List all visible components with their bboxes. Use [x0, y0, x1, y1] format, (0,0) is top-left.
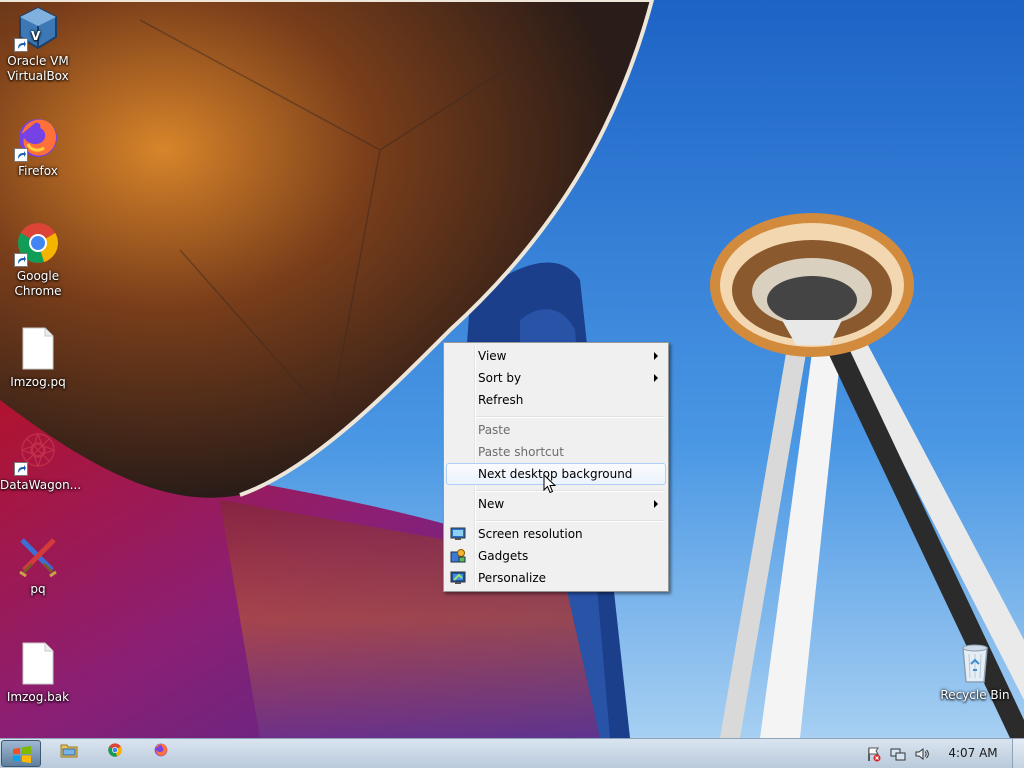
- menu-separator: [476, 490, 664, 492]
- desktop-icon-chrome[interactable]: Google Chrome: [0, 219, 76, 299]
- shortcut-arrow-icon: [14, 148, 28, 162]
- shortcut-arrow-icon: [14, 38, 28, 52]
- desktop-icon-label: pq: [30, 582, 46, 596]
- pq-swords-icon: [14, 532, 62, 580]
- menu-item-label: Sort by: [478, 371, 522, 385]
- personalize-icon: [450, 570, 466, 586]
- menu-item-label: Personalize: [478, 571, 547, 585]
- action-center-flag-icon[interactable]: [866, 746, 882, 762]
- desktop-icon-label: Imzog.pq: [10, 375, 66, 389]
- virtualbox-icon: V: [14, 4, 62, 52]
- desktop-icon-label: Recycle Bin: [940, 688, 1010, 702]
- desktop-icon-label: DataWagon...: [0, 478, 82, 492]
- desktop-icon-label: Oracle VM VirtualBox: [7, 54, 69, 83]
- menu-item-paste-shortcut[interactable]: Paste shortcut: [446, 441, 666, 463]
- folder-icon: [60, 744, 78, 758]
- shortcut-arrow-icon: [14, 462, 28, 476]
- menu-item-label: Paste shortcut: [478, 445, 564, 459]
- menu-item-view[interactable]: View: [446, 345, 666, 367]
- submenu-arrow-icon: [654, 374, 658, 382]
- desktop-icon-firefox[interactable]: Firefox: [0, 114, 76, 179]
- recycle-bin-icon: [951, 638, 999, 686]
- mouse-cursor-icon: [543, 473, 557, 494]
- menu-item-label: Gadgets: [478, 549, 529, 563]
- firefox-icon: [154, 743, 168, 757]
- menu-item-label: Refresh: [478, 393, 524, 407]
- chrome-icon: [108, 743, 122, 757]
- menu-item-gadgets[interactable]: Gadgets: [446, 545, 666, 567]
- desktop-context-menu: View Sort by Refresh Paste Paste shortcu…: [443, 342, 669, 592]
- menu-separator: [476, 520, 664, 522]
- gadgets-icon: [450, 548, 466, 564]
- windows-logo-icon: [13, 746, 31, 763]
- menu-item-new[interactable]: New: [446, 493, 666, 515]
- menu-item-refresh[interactable]: Refresh: [446, 389, 666, 411]
- desktop-icon-virtualbox[interactable]: V Oracle VM VirtualBox: [0, 4, 76, 84]
- desktop-icon-datawagon[interactable]: DataWagon...: [0, 428, 82, 493]
- taskbar-firefox-button[interactable]: [149, 742, 173, 764]
- datawagon-icon: [14, 428, 62, 476]
- menu-item-label: View: [478, 349, 507, 363]
- submenu-arrow-icon: [654, 500, 658, 508]
- taskbar: 4:07 AM: [0, 738, 1024, 768]
- volume-icon[interactable]: [914, 746, 930, 762]
- desktop-icon-imzog-bak[interactable]: Imzog.bak: [0, 640, 76, 705]
- file-icon: [14, 325, 62, 373]
- file-icon: [14, 640, 62, 688]
- firefox-icon: [14, 114, 62, 162]
- chrome-icon: [14, 219, 62, 267]
- taskbar-clock[interactable]: 4:07 AM: [945, 739, 1001, 768]
- shortcut-arrow-icon: [14, 253, 28, 267]
- menu-item-label: Paste: [478, 423, 511, 437]
- svg-text:V: V: [31, 29, 41, 43]
- desktop-icon-pq[interactable]: pq: [0, 532, 76, 597]
- network-icon[interactable]: [890, 746, 906, 762]
- taskbar-chrome-button[interactable]: [103, 742, 127, 764]
- desktop-icon-label: Imzog.bak: [6, 690, 70, 704]
- submenu-arrow-icon: [654, 352, 658, 360]
- menu-item-screen-resolution[interactable]: Screen resolution: [446, 523, 666, 545]
- menu-item-label: New: [478, 497, 505, 511]
- menu-item-paste[interactable]: Paste: [446, 419, 666, 441]
- menu-item-personalize[interactable]: Personalize: [446, 567, 666, 589]
- desktop-icon-imzog-pq[interactable]: Imzog.pq: [0, 325, 76, 390]
- menu-item-sort-by[interactable]: Sort by: [446, 367, 666, 389]
- menu-item-label: Screen resolution: [478, 527, 583, 541]
- show-desktop-button[interactable]: [1012, 739, 1024, 768]
- taskbar-explorer-button[interactable]: [57, 742, 81, 764]
- start-button[interactable]: [1, 740, 41, 767]
- desktop-icon-recycle-bin[interactable]: Recycle Bin: [937, 638, 1013, 703]
- desktop-icon-label: Firefox: [18, 164, 58, 178]
- menu-separator: [476, 416, 664, 418]
- monitor-icon: [450, 526, 466, 542]
- desktop-icon-label: Google Chrome: [14, 269, 62, 298]
